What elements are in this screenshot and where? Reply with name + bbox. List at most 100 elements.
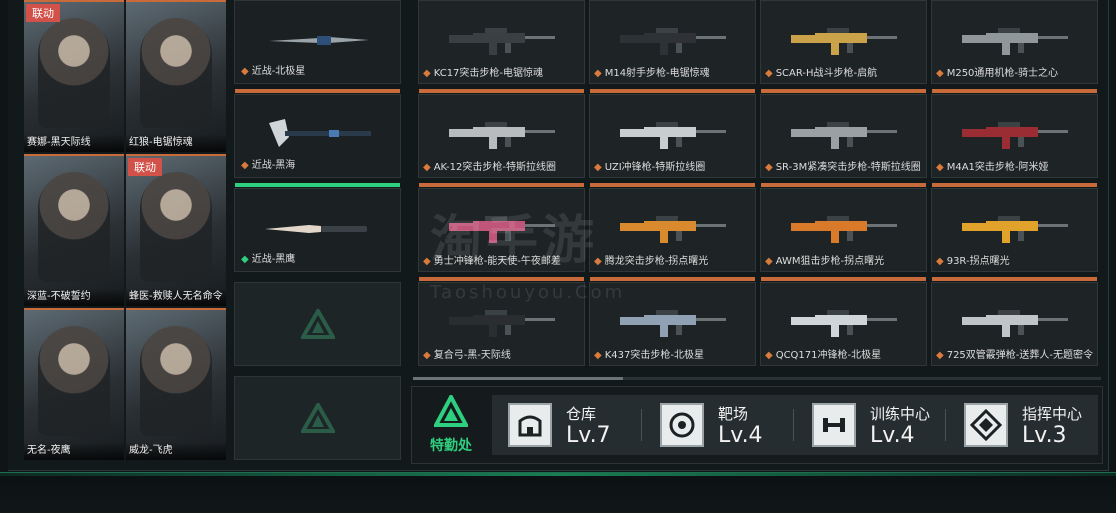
rarity-bar: [419, 277, 584, 281]
collab-tag: 联动: [128, 158, 162, 176]
rarity-diamond-icon: ◆: [765, 256, 773, 267]
rarity-bar: [761, 183, 926, 187]
knife-icon: [265, 225, 367, 233]
weapon-card[interactable]: ◆ SR-3M紧凑突击步枪-特斯拉线圈: [760, 89, 927, 178]
operator-portrait: [140, 326, 212, 436]
empty-slot[interactable]: [234, 282, 401, 366]
melee-card[interactable]: ◆ 近战-黑鹰: [234, 183, 401, 272]
weapon-icon: [791, 216, 897, 243]
weapon-label: M14射手步枪-电锯惊魂: [604, 68, 710, 79]
operator-portrait: [140, 18, 212, 128]
weapon-label: 腾龙突击步枪-拐点曙光: [604, 256, 709, 267]
weapon-icon: [791, 310, 897, 337]
bottom-strip: [0, 472, 1116, 513]
weapon-card[interactable]: ◆ UZI冲锋枪-特斯拉线圈: [589, 89, 756, 178]
operator-portrait: [38, 172, 110, 282]
operator-card[interactable]: 威龙-飞虎: [126, 308, 226, 460]
weapon-icon: [791, 122, 897, 149]
operator-label: 红狼-电锯惊魂: [126, 134, 226, 152]
facility-name: 训练中心: [870, 405, 931, 423]
weapon-label: 725双管霰弹枪-送葬人-无题密令: [946, 350, 1094, 361]
weapon-icon: [962, 122, 1068, 149]
rarity-diamond-icon: ◆: [423, 350, 431, 361]
rarity-diamond-icon: ◆: [241, 254, 249, 265]
rarity-diamond-icon: ◆: [241, 66, 249, 77]
rarity-bar: [932, 277, 1097, 281]
operator-label: 赛娜-黑天际线: [24, 134, 124, 152]
operator-grid: 联动 赛娜-黑天际线 红狼-电锯惊魂 深蓝-不破誓约 联动 蜂医-救赎人无名命令…: [24, 0, 226, 462]
weapon-icon: [962, 216, 1068, 243]
melee-card[interactable]: ◆ 近战-北极星: [234, 0, 401, 84]
weapon-icon: [962, 28, 1068, 55]
weapon-card[interactable]: ◆ KC17突击步枪-电锯惊魂: [418, 0, 585, 84]
melee-card[interactable]: ◆ 近战-黑海: [234, 89, 401, 178]
weapon-card[interactable]: ◆ 725双管霰弹枪-送葬人-无题密令: [931, 277, 1098, 366]
rarity-diamond-icon: ◆: [765, 68, 773, 79]
weapon-card[interactable]: ◆ AK-12突击步枪-特斯拉线圈: [418, 89, 585, 178]
facility-level: Lv.3: [1022, 423, 1067, 448]
special-ops-title: 特勤处: [430, 438, 472, 454]
operator-card[interactable]: 联动 赛娜-黑天际线: [24, 0, 124, 152]
weapon-label: 复合弓-黑-天际线: [433, 350, 511, 361]
rarity-diamond-icon: ◆: [423, 68, 431, 79]
operator-card[interactable]: 深蓝-不破誓约: [24, 154, 124, 306]
weapon-card[interactable]: ◆ QCQ171冲锋枪-北极星: [760, 277, 927, 366]
weapon-label: AK-12突击步枪-特斯拉线圈: [433, 162, 556, 173]
rarity-bar: [761, 277, 926, 281]
facility-range[interactable]: 靶场 Lv.4: [644, 395, 794, 455]
rarity-bar: [761, 89, 926, 93]
melee-label: 近战-黑海: [251, 160, 296, 171]
operator-label: 无名-夜鹰: [24, 442, 124, 460]
rarity-diamond-icon: ◆: [936, 350, 944, 361]
weapon-label: SCAR-H战斗步枪-启航: [775, 68, 878, 79]
weapon-card[interactable]: ◆ M14射手步枪-电锯惊魂: [589, 0, 756, 84]
rarity-bar: [932, 89, 1097, 93]
weapon-card[interactable]: ◆ 腾龙突击步枪-拐点曙光: [589, 183, 756, 272]
operator-label: 威龙-飞虎: [126, 442, 226, 460]
facility-name: 靶场: [718, 405, 749, 423]
operator-portrait: [38, 18, 110, 128]
weapon-label: SR-3M紧凑突击步枪-特斯拉线圈: [775, 162, 921, 173]
weapon-icon: [449, 122, 555, 149]
watermark-sub: Taoshouyou.Com: [430, 282, 626, 303]
special-ops-badge[interactable]: 特勤处: [412, 387, 490, 463]
delta-logo-icon: [300, 403, 335, 433]
weapon-label: 93R-拐点曙光: [946, 256, 1010, 267]
facility-training[interactable]: 训练中心 Lv.4: [796, 395, 946, 455]
weapon-label: M250通用机枪-骑士之心: [946, 68, 1059, 79]
target-icon: [660, 403, 704, 447]
weapon-card[interactable]: ◆ AWM狙击步枪-拐点曙光: [760, 183, 927, 272]
empty-slot[interactable]: [234, 376, 401, 460]
operator-portrait: [140, 172, 212, 282]
operator-card[interactable]: 联动 蜂医-救赎人无名命令: [126, 154, 226, 306]
weapon-label: K437突击步枪-北极星: [604, 350, 704, 361]
weapon-icon: [791, 28, 897, 55]
weapon-card[interactable]: ◆ M250通用机枪-骑士之心: [931, 0, 1098, 84]
weapon-card[interactable]: ◆ 93R-拐点曙光: [931, 183, 1098, 272]
collab-tag: 联动: [26, 4, 60, 22]
weapon-icon: [620, 216, 726, 243]
facility-name: 指挥中心: [1022, 405, 1083, 423]
scrollbar-thumb[interactable]: [413, 377, 623, 380]
melee-label: 近战-黑鹰: [251, 254, 296, 265]
facility-strip: 仓库 Lv.7 靶场 Lv.4 训练中心 Lv.4 指挥中心 Lv.3: [492, 395, 1098, 455]
weapon-label: KC17突击步枪-电锯惊魂: [433, 68, 544, 79]
rarity-bar: [932, 183, 1097, 187]
command-icon: [964, 403, 1008, 447]
facility-warehouse[interactable]: 仓库 Lv.7: [492, 395, 642, 455]
rarity-diamond-icon: ◆: [594, 350, 602, 361]
facility-level: Lv.4: [718, 423, 763, 448]
operator-label: 蜂医-救赎人无名命令: [126, 288, 226, 306]
operator-portrait: [38, 326, 110, 436]
rarity-diamond-icon: ◆: [765, 162, 773, 173]
facility-command[interactable]: 指挥中心 Lv.3: [948, 395, 1098, 455]
rarity-bar: [590, 277, 755, 281]
weapon-card[interactable]: ◆ M4A1突击步枪-阿米娅: [931, 89, 1098, 178]
weapon-icon: [962, 310, 1068, 337]
knife-icon: [269, 36, 369, 45]
weapon-card[interactable]: ◆ SCAR-H战斗步枪-启航: [760, 0, 927, 84]
operator-card[interactable]: 红狼-电锯惊魂: [126, 0, 226, 152]
facility-level: Lv.7: [566, 423, 611, 448]
operator-card[interactable]: 无名-夜鹰: [24, 308, 124, 460]
rarity-bar: [235, 89, 400, 93]
